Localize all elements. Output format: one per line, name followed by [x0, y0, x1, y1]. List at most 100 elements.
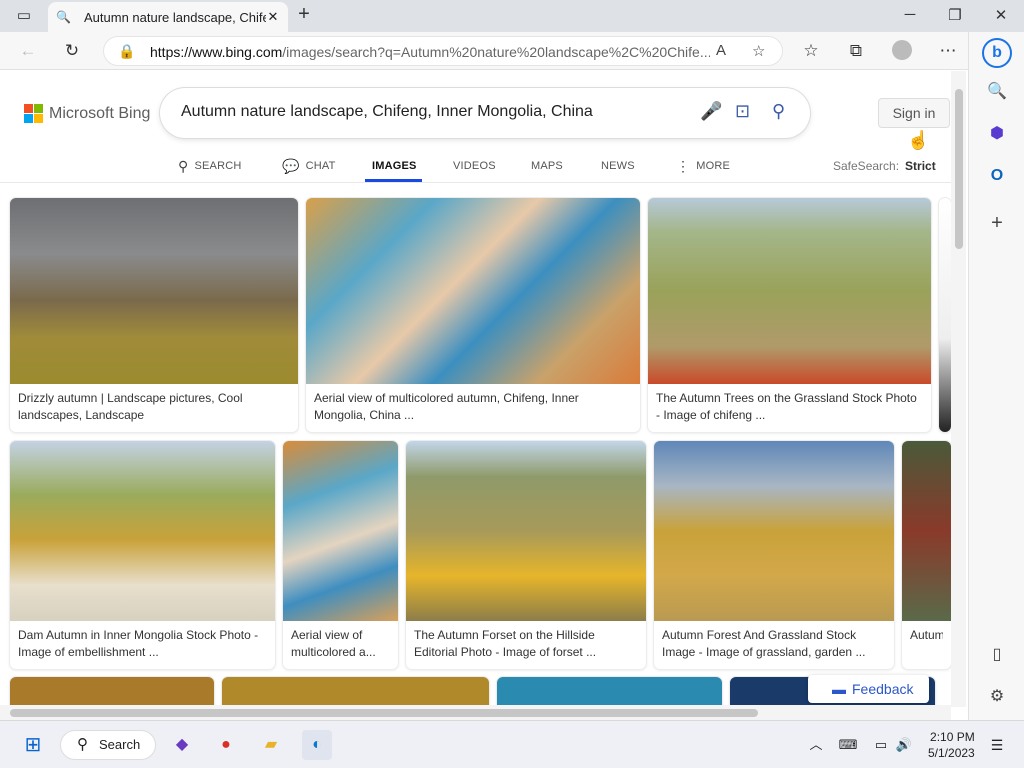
- image-result[interactable]: The Autumn Forset on the Hillside Editor…: [406, 441, 646, 669]
- more-icon: ⋮: [676, 157, 691, 174]
- sign-in-button[interactable]: Sign in: [878, 98, 950, 128]
- result-thumbnail[interactable]: [283, 441, 398, 621]
- minimize-button[interactable]: ─: [900, 6, 920, 23]
- result-thumbnail[interactable]: [10, 441, 275, 621]
- image-result[interactable]: Dam Autumn in Inner Mongolia Stock Photo…: [10, 441, 275, 669]
- office-icon[interactable]: ⬢: [986, 123, 1008, 145]
- new-tab-button[interactable]: +: [294, 3, 314, 26]
- navigation-bar: ← ↻ 🔒 https://www.bing.com/images/search…: [0, 32, 1024, 70]
- start-icon[interactable]: ⊞: [21, 733, 45, 757]
- feedback-icon: ▬: [832, 681, 846, 697]
- result-thumbnail[interactable]: [306, 198, 640, 384]
- outlook-icon[interactable]: O: [986, 165, 1008, 187]
- vertical-scrollbar[interactable]: [951, 71, 966, 707]
- search-box[interactable]: Autumn nature landscape, Chifeng, Inner …: [160, 88, 810, 138]
- image-result[interactable]: Aerial view of multicolored a...: [283, 441, 398, 669]
- microphone-icon[interactable]: 🎤: [700, 101, 722, 122]
- favorites-icon[interactable]: ☆: [800, 40, 822, 62]
- result-caption[interactable]: Aerial view of multicolored autumn, Chif…: [314, 390, 632, 424]
- title-bar: ▭ 🔍 Autumn nature landscape, Chifer ✕ + …: [0, 0, 1024, 32]
- safesearch-toggle[interactable]: SafeSearch: Strict: [833, 159, 936, 173]
- add-sidebar-icon[interactable]: +: [986, 212, 1008, 234]
- sidebar-settings-icon[interactable]: ⚙: [986, 686, 1008, 708]
- lock-icon[interactable]: 🔒: [118, 43, 135, 60]
- tab-videos[interactable]: VIDEOS: [453, 155, 496, 177]
- tab-actions-icon[interactable]: ▭: [14, 6, 34, 24]
- bing-logo[interactable]: Microsoft Bing: [24, 104, 150, 123]
- horizontal-scrollbar[interactable]: [0, 705, 951, 720]
- result-caption[interactable]: The Autumn Trees on the Grassland Stock …: [656, 390, 923, 424]
- tab-more[interactable]: ⋮ MORE: [676, 155, 730, 177]
- chat-icon: 💬: [282, 157, 300, 174]
- file-explorer-icon[interactable]: ▰: [259, 733, 283, 757]
- taskbar: ⊞ ⚲ Search ◆ ● ▰ ◐ ︿ ⌨ ▭ 🔊 2:10 PM 5/1/202…: [0, 720, 1024, 768]
- volume-icon[interactable]: 🔊: [892, 733, 916, 757]
- vertical-scroll-thumb[interactable]: [955, 89, 963, 249]
- tab-chat[interactable]: 💬 CHAT: [282, 155, 336, 177]
- close-window-button[interactable]: ✕: [991, 6, 1011, 24]
- search-icon: ⚲: [77, 736, 88, 753]
- search-icon: ⚲: [178, 157, 189, 174]
- tab-news[interactable]: NEWS: [601, 155, 635, 177]
- settings-more-icon[interactable]: ⋯: [937, 40, 959, 62]
- tab-images[interactable]: IMAGES: [372, 155, 417, 177]
- close-tab-icon[interactable]: ✕: [266, 9, 280, 25]
- read-aloud-icon[interactable]: A: [716, 42, 726, 59]
- restore-button[interactable]: ❐: [945, 6, 965, 24]
- result-caption[interactable]: Autumn reserve...: [910, 627, 943, 644]
- mouse-cursor-icon: ☝: [907, 130, 930, 150]
- result-thumbnail[interactable]: [406, 441, 646, 621]
- scope-bar: ⚲ SEARCH 💬 CHAT IMAGES VIDEOS MAPS NEWS ⋮ M…: [0, 151, 966, 183]
- show-hidden-icons[interactable]: ︿: [804, 733, 828, 757]
- notifications-icon[interactable]: ☰: [985, 733, 1009, 757]
- logo-text: Microsoft Bing: [49, 104, 151, 122]
- search-favicon-icon: 🔍: [56, 10, 71, 24]
- result-thumbnail[interactable]: [10, 198, 298, 384]
- edge-icon[interactable]: ◐: [302, 730, 332, 760]
- result-thumbnail[interactable]: [939, 198, 951, 432]
- browser-tab[interactable]: 🔍 Autumn nature landscape, Chifer ✕: [48, 2, 288, 32]
- add-favorite-icon[interactable]: ☆: [752, 42, 765, 60]
- keyboard-icon[interactable]: ⌨: [836, 733, 860, 757]
- edge-sidebar: b 🔍 ⬢ O + ▯ ⚙: [968, 32, 1024, 720]
- active-tab-indicator: [365, 179, 422, 182]
- visual-studio-icon[interactable]: ◆: [170, 733, 194, 757]
- tab-title: Autumn nature landscape, Chifer: [84, 9, 266, 25]
- search-icon[interactable]: 🔍: [986, 81, 1008, 103]
- clock[interactable]: 2:10 PM 5/1/2023: [928, 729, 975, 761]
- result-caption[interactable]: Dam Autumn in Inner Mongolia Stock Photo…: [18, 627, 267, 661]
- tab-search[interactable]: ⚲ SEARCH: [178, 155, 242, 177]
- result-caption[interactable]: Autumn Forest And Grassland Stock Image …: [662, 627, 886, 661]
- image-result[interactable]: [939, 198, 951, 432]
- bing-chat-icon[interactable]: b: [982, 38, 1012, 68]
- result-thumbnail[interactable]: [654, 441, 894, 621]
- image-result[interactable]: Autumn Forest And Grassland Stock Image …: [654, 441, 894, 669]
- feedback-button[interactable]: ▬ Feedback: [808, 675, 929, 703]
- profile-avatar[interactable]: [891, 40, 913, 62]
- result-thumbnail[interactable]: [648, 198, 931, 384]
- taskbar-search[interactable]: ⚲ Search: [60, 730, 156, 760]
- search-submit-icon[interactable]: ⚲: [772, 101, 785, 122]
- image-result[interactable]: Drizzly autumn | Landscape pictures, Coo…: [10, 198, 298, 432]
- result-caption[interactable]: Drizzly autumn | Landscape pictures, Coo…: [18, 390, 290, 424]
- result-caption[interactable]: Aerial view of multicolored a...: [291, 627, 390, 661]
- address-bar[interactable]: 🔒 https://www.bing.com/images/search?q=A…: [103, 36, 783, 66]
- collections-icon[interactable]: ⧉: [845, 40, 867, 62]
- image-result[interactable]: Aerial view of multicolored autumn, Chif…: [306, 198, 640, 432]
- horizontal-scroll-thumb[interactable]: [10, 709, 758, 717]
- result-caption[interactable]: The Autumn Forset on the Hillside Editor…: [414, 627, 638, 661]
- result-thumbnail[interactable]: [902, 441, 951, 621]
- chrome-icon[interactable]: ●: [214, 733, 238, 757]
- network-icon[interactable]: ▭: [869, 733, 893, 757]
- visual-search-icon[interactable]: ⊡: [735, 101, 750, 122]
- image-result[interactable]: Autumn reserve...: [902, 441, 951, 669]
- sidebar-toggle-icon[interactable]: ▯: [986, 644, 1008, 666]
- search-query[interactable]: Autumn nature landscape, Chifeng, Inner …: [181, 103, 593, 121]
- refresh-button[interactable]: ↻: [61, 40, 83, 62]
- image-result[interactable]: The Autumn Trees on the Grassland Stock …: [648, 198, 931, 432]
- bing-images-page: Microsoft Bing Autumn nature landscape, …: [0, 71, 966, 720]
- url-domain: https://www.bing.com: [150, 44, 283, 60]
- tab-maps[interactable]: MAPS: [531, 155, 563, 177]
- url-path: /images/search?q=Autumn%20nature%20lands…: [282, 44, 710, 60]
- back-button[interactable]: ←: [17, 40, 39, 62]
